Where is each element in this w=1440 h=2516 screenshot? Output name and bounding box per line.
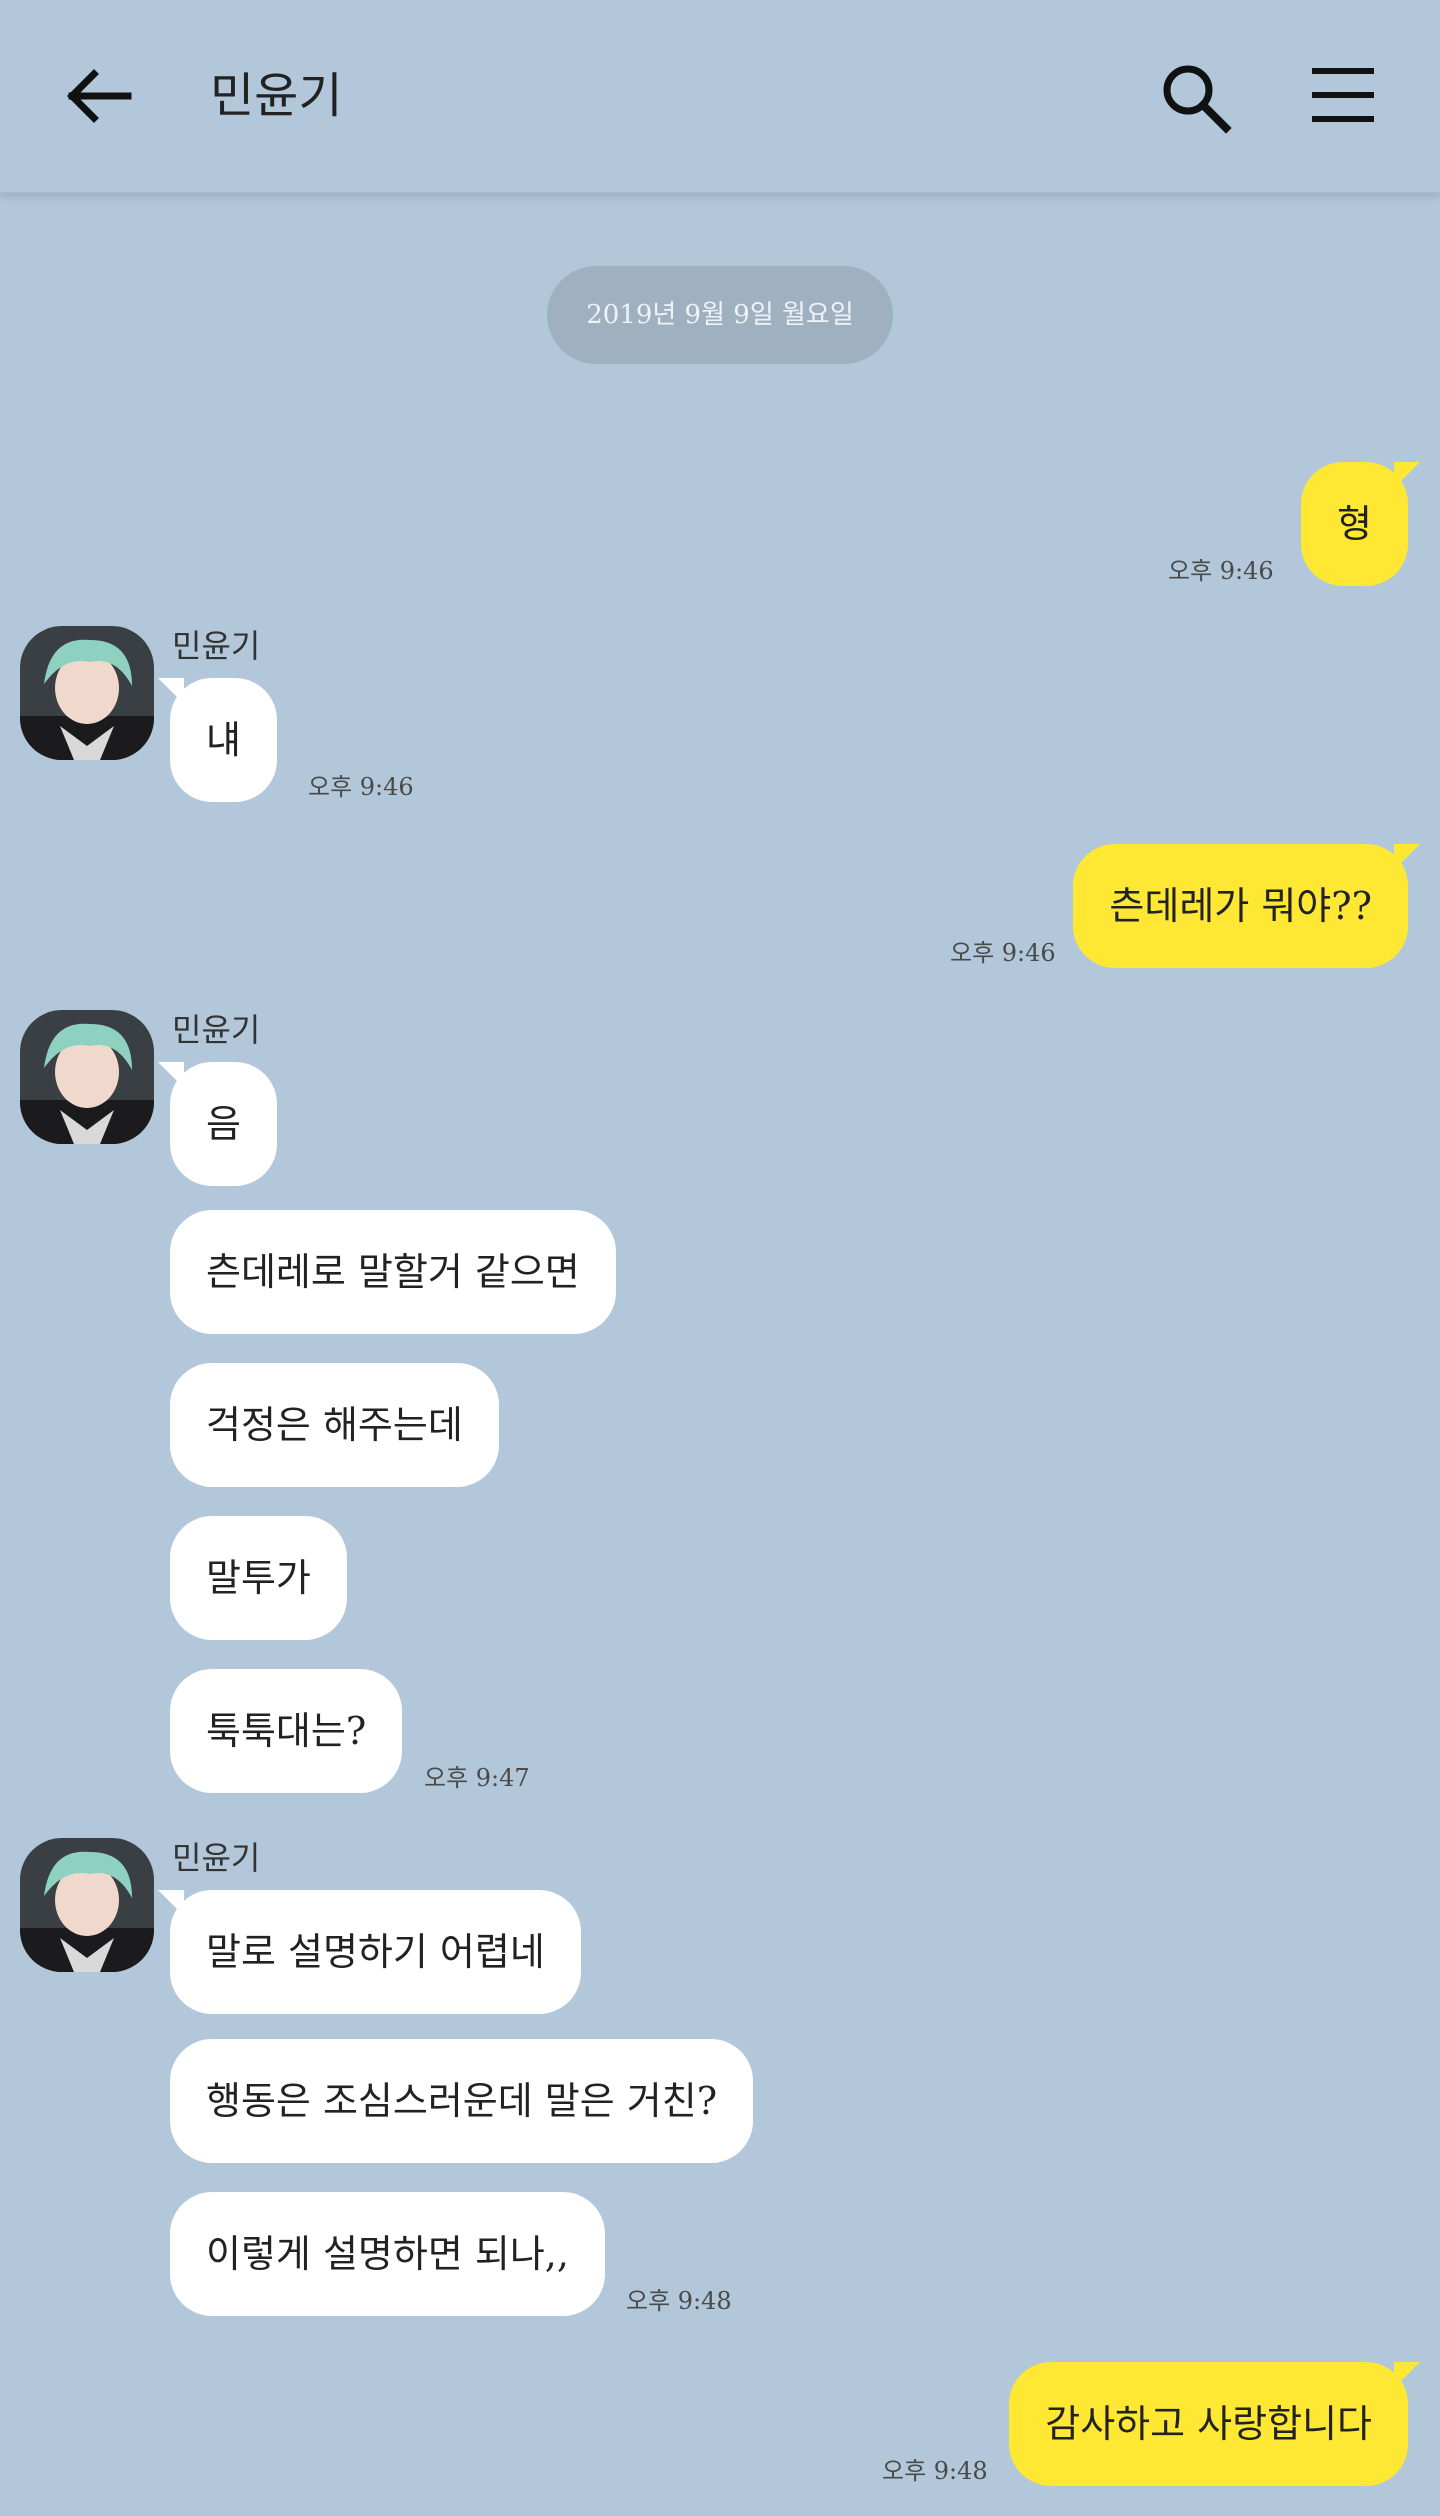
sender-name: 민윤기 bbox=[172, 1839, 261, 1877]
chat-header: 민윤기 bbox=[0, 0, 1440, 193]
arrow-left-icon bbox=[67, 69, 132, 123]
profile-photo bbox=[20, 1010, 154, 1144]
message-time: 오후 9:48 bbox=[626, 2287, 732, 2315]
incoming-message[interactable]: 음 bbox=[158, 1062, 277, 1186]
profile-photo bbox=[20, 626, 154, 760]
sender-name: 민윤기 bbox=[172, 627, 261, 665]
incoming-message[interactable]: 츤데레로 말할거 같으면 bbox=[170, 1210, 616, 1334]
message-time: 오후 9:46 bbox=[950, 939, 1056, 967]
incoming-message[interactable]: 말로 설명하기 어렵네 bbox=[158, 1890, 581, 2014]
avatar[interactable] bbox=[20, 1010, 154, 1144]
avatar[interactable] bbox=[20, 1838, 154, 1972]
incoming-message[interactable]: 말투가 bbox=[170, 1516, 347, 1640]
menu-button[interactable] bbox=[1292, 48, 1392, 144]
search-icon bbox=[1163, 65, 1232, 134]
message-time: 오후 9:48 bbox=[882, 2457, 988, 2485]
hamburger-menu-icon bbox=[1312, 68, 1374, 122]
chat-title: 민윤기 bbox=[210, 68, 343, 124]
search-button[interactable] bbox=[1148, 48, 1244, 144]
message-time: 오후 9:46 bbox=[1168, 557, 1274, 585]
outgoing-message[interactable]: 형 bbox=[1301, 462, 1420, 586]
message-time: 오후 9:46 bbox=[308, 773, 414, 801]
incoming-message[interactable]: 툭툭대는? bbox=[170, 1669, 403, 1793]
incoming-message[interactable]: 걱정은 해주는데 bbox=[170, 1363, 499, 1487]
profile-photo bbox=[20, 1838, 154, 1972]
outgoing-message[interactable]: 츤데레가 뭐야?? bbox=[1073, 844, 1420, 968]
avatar[interactable] bbox=[20, 626, 154, 760]
outgoing-message[interactable]: 감사하고 사랑합니다 bbox=[1009, 2362, 1420, 2486]
message-time: 오후 9:47 bbox=[424, 1764, 530, 1792]
date-divider: 2019년 9월 9일 월요일 bbox=[547, 266, 893, 364]
incoming-message[interactable]: 행동은 조심스러운데 말은 거친? bbox=[170, 2039, 754, 2163]
sender-name: 민윤기 bbox=[172, 1011, 261, 1049]
incoming-message[interactable]: 이렇게 설명하면 되나,, bbox=[170, 2192, 605, 2316]
back-button[interactable] bbox=[56, 48, 152, 144]
incoming-message[interactable]: 냬 bbox=[158, 678, 277, 802]
